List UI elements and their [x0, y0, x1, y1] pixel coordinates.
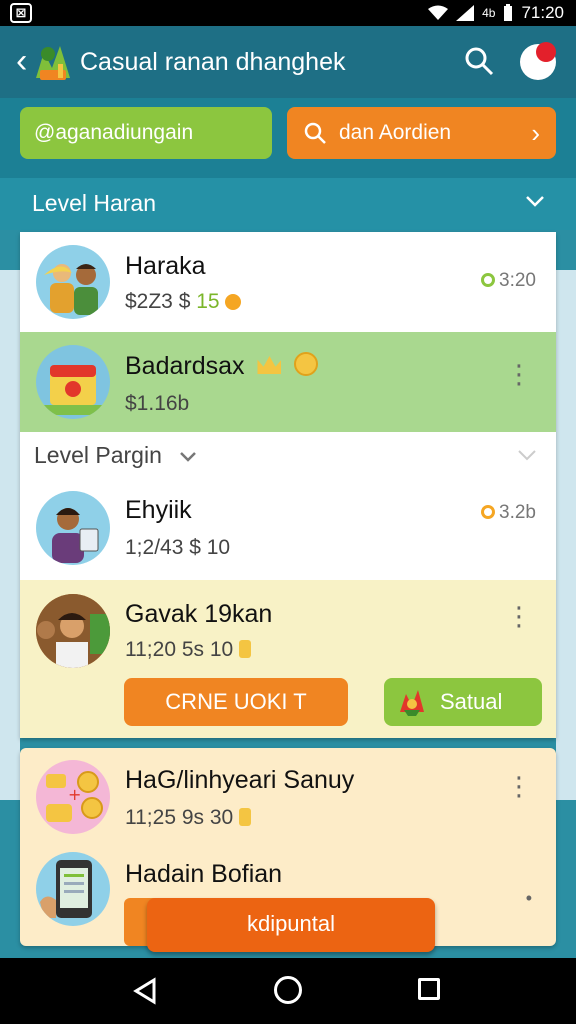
level-section-header[interactable]: Level Pargin	[20, 432, 556, 476]
section-label: Level Pargin	[34, 442, 162, 468]
notification-button[interactable]	[520, 42, 556, 80]
battery-icon	[504, 4, 513, 21]
app-logo-icon	[36, 46, 70, 80]
coin-icon	[225, 294, 242, 310]
phone-icon	[40, 860, 92, 918]
signal-icon	[456, 5, 475, 21]
row-subtitle: $1.16b	[125, 392, 190, 415]
app-bar: ‹ Casual ranan dhanghek	[0, 26, 576, 98]
coin-icon	[294, 352, 319, 376]
background-panel	[556, 270, 576, 800]
avatar	[36, 491, 110, 565]
handle-chip[interactable]: @aganadiungain	[20, 107, 272, 159]
row-subtitle: 1;2/43 $ 10	[125, 536, 230, 560]
row-subtitle-text: 11;20 5s	[125, 638, 205, 661]
system-nav-bar	[0, 958, 576, 1024]
nav-back-icon[interactable]	[130, 976, 160, 1006]
row-value: 15	[196, 290, 220, 313]
list-item[interactable]: + HaG/linhyeari Sanuy 11;25 9s 30 ⋮	[20, 748, 556, 848]
chevron-down-icon	[180, 452, 196, 462]
list-item[interactable]: Badardsax $1.16b ⋮	[20, 332, 556, 432]
avatar	[36, 345, 110, 419]
row-time: 3.2b	[481, 502, 536, 524]
chevron-right-icon: ›	[531, 118, 540, 148]
signal-text: 4b	[482, 6, 496, 20]
primary-action-button[interactable]: CRNE UOKI T	[124, 678, 348, 726]
chevron-down-icon	[526, 196, 544, 207]
row-time-text: 3:20	[499, 270, 536, 291]
crown-icon	[257, 356, 282, 374]
search-chip-label: dan Aordien	[339, 121, 452, 144]
status-bar: ⊠ 4b 71:20	[0, 0, 576, 26]
nav-home-icon[interactable]	[274, 976, 302, 1004]
row-subtitle: 11;25 9s 30	[125, 806, 252, 830]
game-badge-icon	[400, 690, 424, 716]
row-value: 10	[209, 638, 234, 661]
app-notification-icon: ⊠	[10, 3, 32, 23]
row-value: 10	[206, 536, 231, 559]
chevron-down-icon	[518, 450, 536, 461]
coins-icon: +	[46, 771, 103, 822]
list-item[interactable]: Gavak 19kan 11;20 5s 10 ⋮ CRNE UOKI T Sa…	[20, 580, 556, 738]
svg-text:+: +	[68, 785, 81, 804]
filter-chip-row: @aganadiungain dan Aordien ›	[0, 98, 576, 178]
more-options-icon[interactable]: •	[526, 888, 532, 908]
row-name: HaG/linhyeari Sanuy	[125, 766, 355, 794]
avatar	[36, 594, 110, 668]
avatar: +	[36, 760, 110, 834]
row-subtitle: 11;20 5s 10	[125, 638, 252, 662]
level-header[interactable]: Level Haran	[0, 178, 576, 230]
more-options-icon[interactable]: ⋮	[506, 773, 532, 799]
level-header-label: Level Haran	[32, 190, 157, 216]
app-title: Casual ranan dhanghek	[80, 48, 346, 76]
people-illustration-icon	[44, 264, 98, 315]
row-subtitle: $2Z3 $ 15	[125, 290, 242, 314]
row-value: 30	[209, 806, 234, 829]
row-name: Hadain Bofian	[125, 860, 283, 888]
row-time: 3:20	[481, 270, 536, 292]
row-name-text: Badardsax	[125, 352, 245, 380]
person-with-tablet-icon	[52, 508, 99, 563]
group-photo-icon	[36, 594, 110, 668]
search-icon	[304, 122, 326, 144]
row-subtitle-text: 1;2/43 $	[125, 536, 201, 559]
row-name: Haraka	[125, 252, 206, 280]
player-list-card: Haraka $2Z3 $ 15 3:20 Badardsax $1.16b ⋮	[20, 232, 556, 738]
row-name: Gavak 19kan	[125, 600, 273, 628]
row-time-text: 3.2b	[499, 502, 536, 523]
row-name: Badardsax	[125, 352, 319, 381]
more-options-icon[interactable]: ⋮	[506, 603, 532, 629]
treasure-chest-icon	[40, 365, 106, 415]
list-item[interactable]: Haraka $2Z3 $ 15 3:20	[20, 232, 556, 332]
more-options-icon[interactable]: ⋮	[506, 361, 532, 387]
row-subtitle-text: $2Z3 $	[125, 290, 191, 313]
row-subtitle-text: 11;25 9s	[125, 806, 205, 829]
floating-action-button[interactable]: kdipuntal	[147, 898, 435, 952]
wifi-icon	[428, 5, 449, 20]
search-chip[interactable]: dan Aordien ›	[287, 107, 556, 159]
nav-recents-icon[interactable]	[418, 978, 440, 1000]
list-item[interactable]: Ehyiik 1;2/43 $ 10 3.2b	[20, 476, 556, 580]
coin-icon	[239, 640, 252, 658]
avatar	[36, 245, 110, 319]
clock: 71:20	[521, 3, 564, 22]
avatar	[36, 852, 110, 926]
status-indicators: 4b 71:20	[428, 3, 564, 23]
secondary-action-label: Satual	[440, 689, 503, 714]
search-icon[interactable]	[464, 46, 494, 76]
notification-badge	[536, 42, 556, 62]
status-ring-icon	[481, 273, 496, 287]
background-panel	[0, 270, 20, 800]
coin-icon	[239, 808, 252, 826]
status-ring-icon	[481, 505, 496, 519]
row-name: Ehyiik	[125, 496, 192, 524]
secondary-action-button[interactable]: Satual	[384, 678, 542, 726]
